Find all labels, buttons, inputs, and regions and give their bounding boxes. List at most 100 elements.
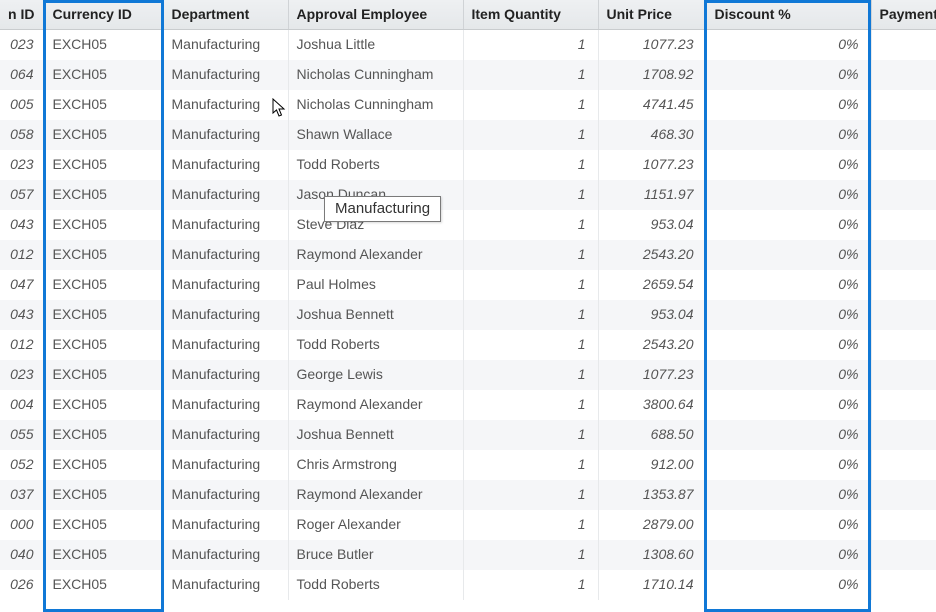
table-row[interactable]: 037EXCH05ManufacturingRaymond Alexander1…	[0, 480, 936, 510]
cell-department[interactable]: Manufacturing	[163, 60, 288, 90]
cell-department[interactable]: Manufacturing	[163, 390, 288, 420]
cell-discount[interactable]: 0%	[706, 540, 871, 570]
cell-unit-price[interactable]: 1077.23	[598, 150, 706, 180]
cell-unit-price[interactable]: 468.30	[598, 120, 706, 150]
cell-payment[interactable]	[871, 120, 936, 150]
cell-currency-id[interactable]: EXCH05	[44, 240, 163, 270]
cell-payment[interactable]	[871, 570, 936, 600]
cell-discount[interactable]: 0%	[706, 330, 871, 360]
cell-payment[interactable]	[871, 210, 936, 240]
table-row[interactable]: 052EXCH05ManufacturingChris Armstrong191…	[0, 450, 936, 480]
cell-payment[interactable]	[871, 360, 936, 390]
cell-discount[interactable]: 0%	[706, 150, 871, 180]
cell-unit-price[interactable]: 2543.20	[598, 330, 706, 360]
cell-approval-employee[interactable]: Todd Roberts	[288, 570, 463, 600]
cell-item-id[interactable]: 047	[0, 270, 44, 300]
cell-department[interactable]: Manufacturing	[163, 180, 288, 210]
cell-item-quantity[interactable]: 1	[463, 90, 598, 120]
cell-discount[interactable]: 0%	[706, 30, 871, 60]
cell-item-quantity[interactable]: 1	[463, 420, 598, 450]
cell-department[interactable]: Manufacturing	[163, 510, 288, 540]
cell-unit-price[interactable]: 1077.23	[598, 360, 706, 390]
table-row[interactable]: 047EXCH05ManufacturingPaul Holmes12659.5…	[0, 270, 936, 300]
cell-discount[interactable]: 0%	[706, 90, 871, 120]
table-row[interactable]: 023EXCH05ManufacturingTodd Roberts11077.…	[0, 150, 936, 180]
cell-department[interactable]: Manufacturing	[163, 540, 288, 570]
table-row[interactable]: 023EXCH05ManufacturingJoshua Little11077…	[0, 30, 936, 60]
cell-item-quantity[interactable]: 1	[463, 570, 598, 600]
cell-currency-id[interactable]: EXCH05	[44, 120, 163, 150]
cell-item-quantity[interactable]: 1	[463, 450, 598, 480]
cell-discount[interactable]: 0%	[706, 270, 871, 300]
cell-unit-price[interactable]: 1708.92	[598, 60, 706, 90]
cell-discount[interactable]: 0%	[706, 360, 871, 390]
cell-currency-id[interactable]: EXCH05	[44, 480, 163, 510]
table-row[interactable]: 040EXCH05ManufacturingBruce Butler11308.…	[0, 540, 936, 570]
cell-discount[interactable]: 0%	[706, 60, 871, 90]
cell-currency-id[interactable]: EXCH05	[44, 360, 163, 390]
cell-item-id[interactable]: 023	[0, 360, 44, 390]
cell-department[interactable]: Manufacturing	[163, 150, 288, 180]
cell-item-id[interactable]: 004	[0, 390, 44, 420]
col-header-approval-employee[interactable]: Approval Employee	[288, 0, 463, 30]
cell-discount[interactable]: 0%	[706, 210, 871, 240]
cell-item-quantity[interactable]: 1	[463, 210, 598, 240]
cell-payment[interactable]	[871, 420, 936, 450]
cell-payment[interactable]	[871, 90, 936, 120]
cell-item-quantity[interactable]: 1	[463, 480, 598, 510]
cell-item-id[interactable]: 064	[0, 60, 44, 90]
table-row[interactable]: 055EXCH05ManufacturingJoshua Bennett1688…	[0, 420, 936, 450]
cell-unit-price[interactable]: 2659.54	[598, 270, 706, 300]
cell-discount[interactable]: 0%	[706, 180, 871, 210]
col-header-item-quantity[interactable]: Item Quantity	[463, 0, 598, 30]
cell-item-id[interactable]: 052	[0, 450, 44, 480]
cell-payment[interactable]	[871, 150, 936, 180]
cell-department[interactable]: Manufacturing	[163, 480, 288, 510]
cell-approval-employee[interactable]: George Lewis	[288, 360, 463, 390]
cell-currency-id[interactable]: EXCH05	[44, 30, 163, 60]
cell-item-id[interactable]: 037	[0, 480, 44, 510]
cell-item-quantity[interactable]: 1	[463, 120, 598, 150]
cell-item-quantity[interactable]: 1	[463, 540, 598, 570]
cell-item-id[interactable]: 043	[0, 210, 44, 240]
cell-unit-price[interactable]: 1151.97	[598, 180, 706, 210]
cell-approval-employee[interactable]: Todd Roberts	[288, 330, 463, 360]
cell-currency-id[interactable]: EXCH05	[44, 210, 163, 240]
col-header-currency-id[interactable]: Currency ID	[44, 0, 163, 30]
cell-item-id[interactable]: 000	[0, 510, 44, 540]
cell-currency-id[interactable]: EXCH05	[44, 390, 163, 420]
table-row[interactable]: 058EXCH05ManufacturingShawn Wallace1468.…	[0, 120, 936, 150]
cell-item-quantity[interactable]: 1	[463, 240, 598, 270]
cell-department[interactable]: Manufacturing	[163, 270, 288, 300]
cell-department[interactable]: Manufacturing	[163, 450, 288, 480]
cell-approval-employee[interactable]: Paul Holmes	[288, 270, 463, 300]
cell-department[interactable]: Manufacturing	[163, 90, 288, 120]
cell-currency-id[interactable]: EXCH05	[44, 420, 163, 450]
cell-unit-price[interactable]: 953.04	[598, 300, 706, 330]
table-row[interactable]: 012EXCH05ManufacturingRaymond Alexander1…	[0, 240, 936, 270]
cell-approval-employee[interactable]: Nicholas Cunningham	[288, 60, 463, 90]
cell-approval-employee[interactable]: Raymond Alexander	[288, 480, 463, 510]
cell-department[interactable]: Manufacturing	[163, 420, 288, 450]
cell-payment[interactable]	[871, 390, 936, 420]
cell-unit-price[interactable]: 4741.45	[598, 90, 706, 120]
cell-department[interactable]: Manufacturing	[163, 300, 288, 330]
cell-item-quantity[interactable]: 1	[463, 60, 598, 90]
cell-discount[interactable]: 0%	[706, 570, 871, 600]
cell-discount[interactable]: 0%	[706, 510, 871, 540]
cell-approval-employee[interactable]: Todd Roberts	[288, 150, 463, 180]
cell-approval-employee[interactable]: Raymond Alexander	[288, 240, 463, 270]
cell-payment[interactable]	[871, 450, 936, 480]
table-row[interactable]: 043EXCH05ManufacturingJoshua Bennett1953…	[0, 300, 936, 330]
cell-department[interactable]: Manufacturing	[163, 360, 288, 390]
cell-department[interactable]: Manufacturing	[163, 570, 288, 600]
table-row[interactable]: 043EXCH05ManufacturingSteve Diaz1953.040…	[0, 210, 936, 240]
cell-currency-id[interactable]: EXCH05	[44, 540, 163, 570]
cell-unit-price[interactable]: 1077.23	[598, 30, 706, 60]
table-row[interactable]: 012EXCH05ManufacturingTodd Roberts12543.…	[0, 330, 936, 360]
cell-department[interactable]: Manufacturing	[163, 330, 288, 360]
cell-approval-employee[interactable]: Joshua Bennett	[288, 300, 463, 330]
cell-unit-price[interactable]: 3800.64	[598, 390, 706, 420]
cell-currency-id[interactable]: EXCH05	[44, 90, 163, 120]
cell-payment[interactable]	[871, 60, 936, 90]
